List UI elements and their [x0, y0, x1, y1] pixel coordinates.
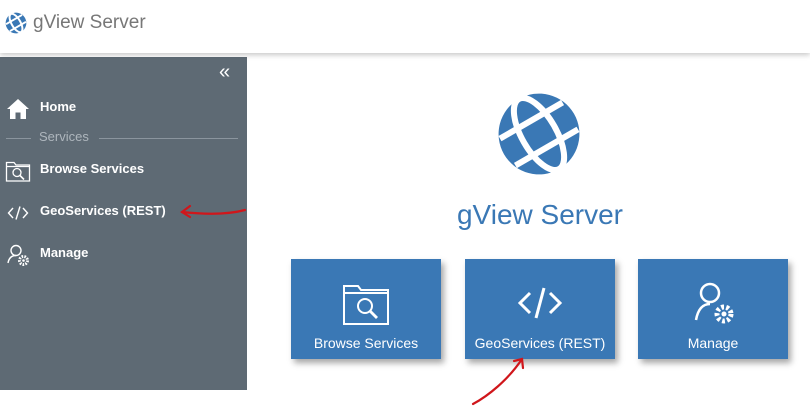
- code-icon: [517, 287, 563, 319]
- home-icon: [7, 99, 29, 119]
- code-icon: [7, 206, 29, 220]
- sidebar-item-geoservices-rest[interactable]: GeoServices (REST): [0, 195, 247, 229]
- folder-search-icon: [343, 285, 389, 325]
- tile-label: Manage: [687, 335, 739, 351]
- sidebar-item-home[interactable]: Home: [0, 91, 247, 125]
- sidebar-item-manage[interactable]: Manage: [0, 237, 247, 271]
- top-bar: gView Server: [0, 0, 810, 53]
- browse-services-tile[interactable]: Browse Services: [291, 259, 441, 359]
- section-divider: [99, 138, 238, 139]
- sidebar-item-label: Manage: [40, 245, 89, 260]
- user-gear-icon: [7, 244, 29, 266]
- collapse-sidebar-icon[interactable]: «: [219, 62, 230, 82]
- globe-logo-icon: [5, 12, 27, 34]
- tile-label: Browse Services: [313, 335, 419, 351]
- sidebar-item-label: Home: [40, 99, 77, 114]
- section-divider: [6, 138, 31, 139]
- sidebar: « Home Services Browse Services GeoServi…: [0, 57, 247, 390]
- globe-logo-icon: [498, 93, 580, 175]
- folder-search-icon: [5, 161, 31, 182]
- tile-label: GeoServices (REST): [474, 335, 606, 351]
- manage-tile[interactable]: Manage: [638, 259, 788, 359]
- main-title: gView Server: [456, 199, 623, 230]
- geoservices-rest-tile[interactable]: GeoServices (REST): [465, 259, 615, 359]
- app-title: gView Server: [33, 12, 146, 33]
- user-gear-icon: [694, 282, 734, 324]
- annotation-arrow: [471, 357, 525, 406]
- section-label: Services: [39, 129, 89, 144]
- sidebar-item-label: Browse Services: [40, 161, 145, 176]
- sidebar-item-label: GeoServices (REST): [40, 203, 166, 218]
- sidebar-item-browse-services[interactable]: Browse Services: [0, 153, 247, 187]
